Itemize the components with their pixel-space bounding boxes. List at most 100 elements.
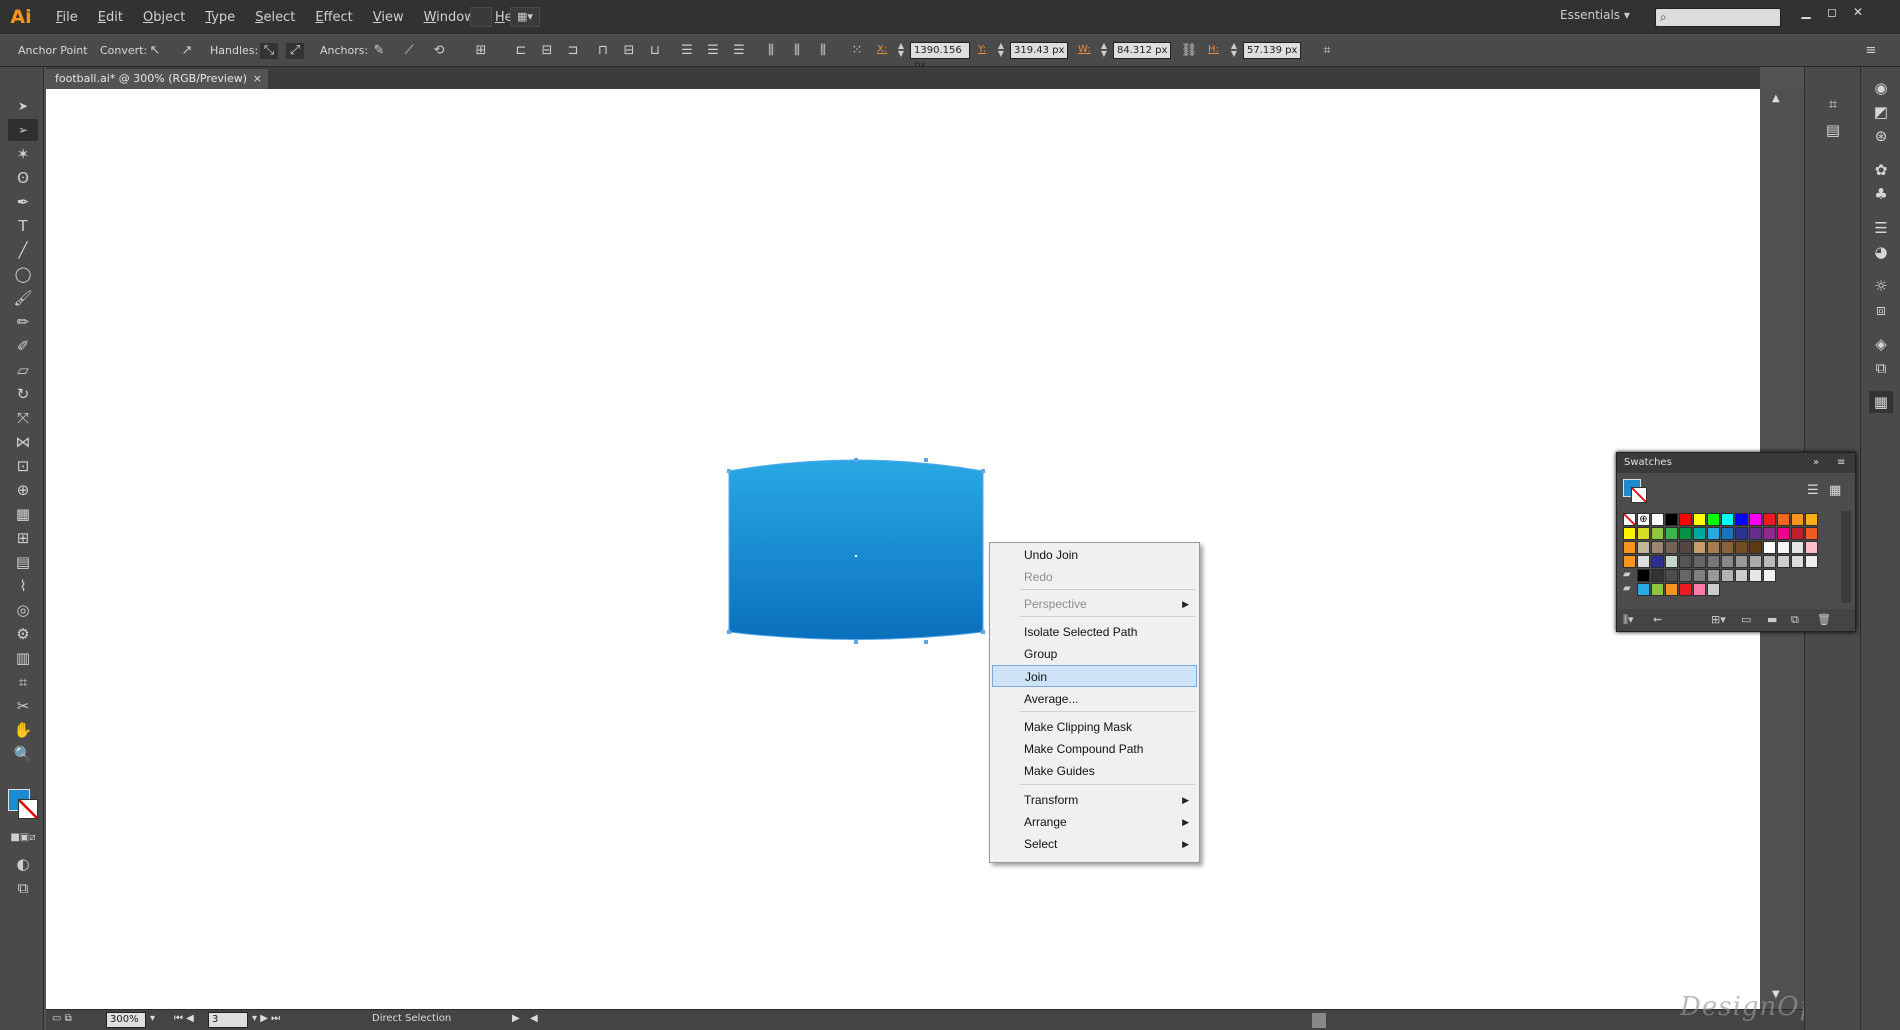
swatch[interactable]: [1623, 541, 1636, 554]
type-tool-icon[interactable]: T: [8, 215, 38, 237]
menu-item-make-compound-path[interactable]: Make Compound Path: [992, 738, 1197, 760]
eyedropper-tool-icon[interactable]: ⌇: [8, 575, 38, 597]
color-group-folder-icon[interactable]: ▰: [1623, 569, 1636, 582]
swatch[interactable]: [1707, 569, 1720, 582]
artboards-panel-icon[interactable]: ⌗: [1821, 93, 1845, 115]
add-to-library-icon[interactable]: ⇜: [1653, 613, 1662, 626]
swatch[interactable]: [1777, 555, 1790, 568]
symbol-sprayer-tool-icon[interactable]: ⚙: [8, 623, 38, 645]
remove-anchor-icon[interactable]: ✎: [370, 43, 388, 59]
swatch[interactable]: [1651, 555, 1664, 568]
selection-tool-icon[interactable]: ➤: [8, 95, 38, 117]
layers-panel-icon[interactable]: ◈: [1869, 333, 1893, 355]
menu-item-select[interactable]: Select ▶: [992, 833, 1197, 855]
swatch[interactable]: [1665, 555, 1678, 568]
zoom-dropdown-icon[interactable]: ▾: [150, 1013, 155, 1024]
swatch[interactable]: [1679, 541, 1692, 554]
show-kinds-icon[interactable]: ⊞▾: [1711, 613, 1726, 626]
hscroll-thumb[interactable]: [1312, 1013, 1326, 1028]
artboards-dock-icon[interactable]: ⧉: [1869, 357, 1893, 379]
swatch[interactable]: [1791, 513, 1804, 526]
stroke-swatch[interactable]: [18, 799, 38, 819]
w-stepper[interactable]: ▲ ▼: [1098, 42, 1110, 59]
gradient-panel-icon[interactable]: ◕: [1869, 241, 1893, 263]
swatch[interactable]: [1805, 555, 1818, 568]
graphic-styles-icon[interactable]: ⧈: [1869, 299, 1893, 321]
swatch[interactable]: [1805, 513, 1818, 526]
isolate-object-icon[interactable]: ⌗: [1318, 43, 1336, 59]
x-field[interactable]: 1390.156 px: [910, 42, 970, 71]
menu-type[interactable]: Type: [195, 10, 245, 25]
lasso-tool-icon[interactable]: ʘ: [8, 167, 38, 189]
swatch-options-icon[interactable]: ▭: [1741, 613, 1751, 626]
h-field[interactable]: 57.139 px: [1243, 42, 1301, 59]
swatch[interactable]: [1637, 569, 1650, 582]
new-color-group-icon[interactable]: ▬: [1767, 613, 1777, 626]
minimize-button[interactable]: ▁: [1795, 4, 1817, 20]
swatch[interactable]: [1665, 527, 1678, 540]
distribute-hcenter-icon[interactable]: ⫼: [788, 43, 806, 59]
appearance-panel-icon[interactable]: ☼: [1869, 275, 1893, 297]
menu-item-make-guides[interactable]: Make Guides: [992, 760, 1197, 782]
swatch[interactable]: [1679, 555, 1692, 568]
menu-item-join[interactable]: Join: [992, 665, 1197, 687]
swatch[interactable]: [1763, 513, 1776, 526]
swatch-none[interactable]: [1623, 513, 1636, 526]
swatch[interactable]: [1721, 527, 1734, 540]
rotate-tool-icon[interactable]: ↻: [8, 383, 38, 405]
swatch[interactable]: [1749, 555, 1762, 568]
color-guide-icon[interactable]: ◩: [1869, 101, 1893, 123]
hscroll-left-icon[interactable]: ◀: [530, 1013, 538, 1024]
swatch[interactable]: [1735, 569, 1748, 582]
align-bottom-icon[interactable]: ⊔: [646, 43, 664, 59]
swatch[interactable]: [1777, 527, 1790, 540]
convert-to-corner-icon[interactable]: ↖: [146, 43, 164, 59]
align-left-icon[interactable]: ⊏: [512, 43, 530, 59]
distribute-bottom-icon[interactable]: ☰: [730, 43, 748, 59]
swatches-dock-icon[interactable]: ▦: [1869, 391, 1893, 413]
swatch[interactable]: [1735, 541, 1748, 554]
h-stepper[interactable]: ▲ ▼: [1228, 42, 1240, 59]
mesh-tool-icon[interactable]: ⊞: [8, 527, 38, 549]
color-mode-icons[interactable]: ■▣⧄: [8, 827, 38, 849]
swatch[interactable]: [1679, 583, 1692, 596]
hide-handles-icon[interactable]: ⤢: [286, 43, 304, 59]
grid-view-icon[interactable]: ▦: [1829, 483, 1841, 498]
new-swatch-icon[interactable]: ⧉: [1791, 613, 1799, 627]
eraser-tool-icon[interactable]: ▱: [8, 359, 38, 381]
ellipse-tool-icon[interactable]: ◯: [8, 263, 38, 285]
align-panel-icon[interactable]: ▤: [1821, 119, 1845, 141]
menu-item-make-clipping-mask[interactable]: Make Clipping Mask: [992, 716, 1197, 738]
swatch[interactable]: [1791, 541, 1804, 554]
color-panel-icon[interactable]: ◉: [1869, 77, 1893, 99]
swatch[interactable]: [1693, 555, 1706, 568]
connect-anchors-icon[interactable]: ⟋: [400, 43, 418, 59]
swatch[interactable]: [1791, 555, 1804, 568]
swatch[interactable]: [1679, 513, 1692, 526]
pencil-tool-icon[interactable]: ✏: [8, 311, 38, 333]
swatch[interactable]: [1749, 527, 1762, 540]
distribute-vcenter-icon[interactable]: ☰: [704, 43, 722, 59]
bridge-icon[interactable]: [470, 7, 492, 27]
list-view-icon[interactable]: ☰: [1807, 483, 1819, 498]
swatches-menu-icon[interactable]: ≡: [1837, 453, 1845, 473]
menu-file[interactable]: File: [46, 10, 88, 25]
column-graph-tool-icon[interactable]: ▥: [8, 647, 38, 669]
arrange-documents-icon[interactable]: ▦▾: [510, 7, 540, 27]
selected-shape[interactable]: [728, 459, 984, 640]
scroll-up-icon[interactable]: ▲: [1772, 93, 1780, 104]
swatch-libraries-icon[interactable]: ⫼▾: [1623, 613, 1634, 627]
swatch[interactable]: [1749, 541, 1762, 554]
artboard-canvas[interactable]: [46, 89, 1760, 1009]
hand-tool-icon[interactable]: ✋: [8, 719, 38, 741]
direct-selection-tool-icon[interactable]: ➢: [8, 119, 38, 141]
maximize-button[interactable]: ◻: [1821, 4, 1843, 20]
artboard-tool-icon[interactable]: ⌗: [8, 671, 38, 693]
paintbrush-tool-icon[interactable]: 🖌: [8, 287, 38, 309]
swatch[interactable]: [1735, 527, 1748, 540]
brushes-panel-icon[interactable]: ✿: [1869, 159, 1893, 181]
swatches-panel-header[interactable]: Swatches: [1617, 453, 1855, 473]
swatch[interactable]: [1651, 527, 1664, 540]
swatch[interactable]: [1763, 527, 1776, 540]
zoom-field[interactable]: 300%: [106, 1012, 146, 1028]
